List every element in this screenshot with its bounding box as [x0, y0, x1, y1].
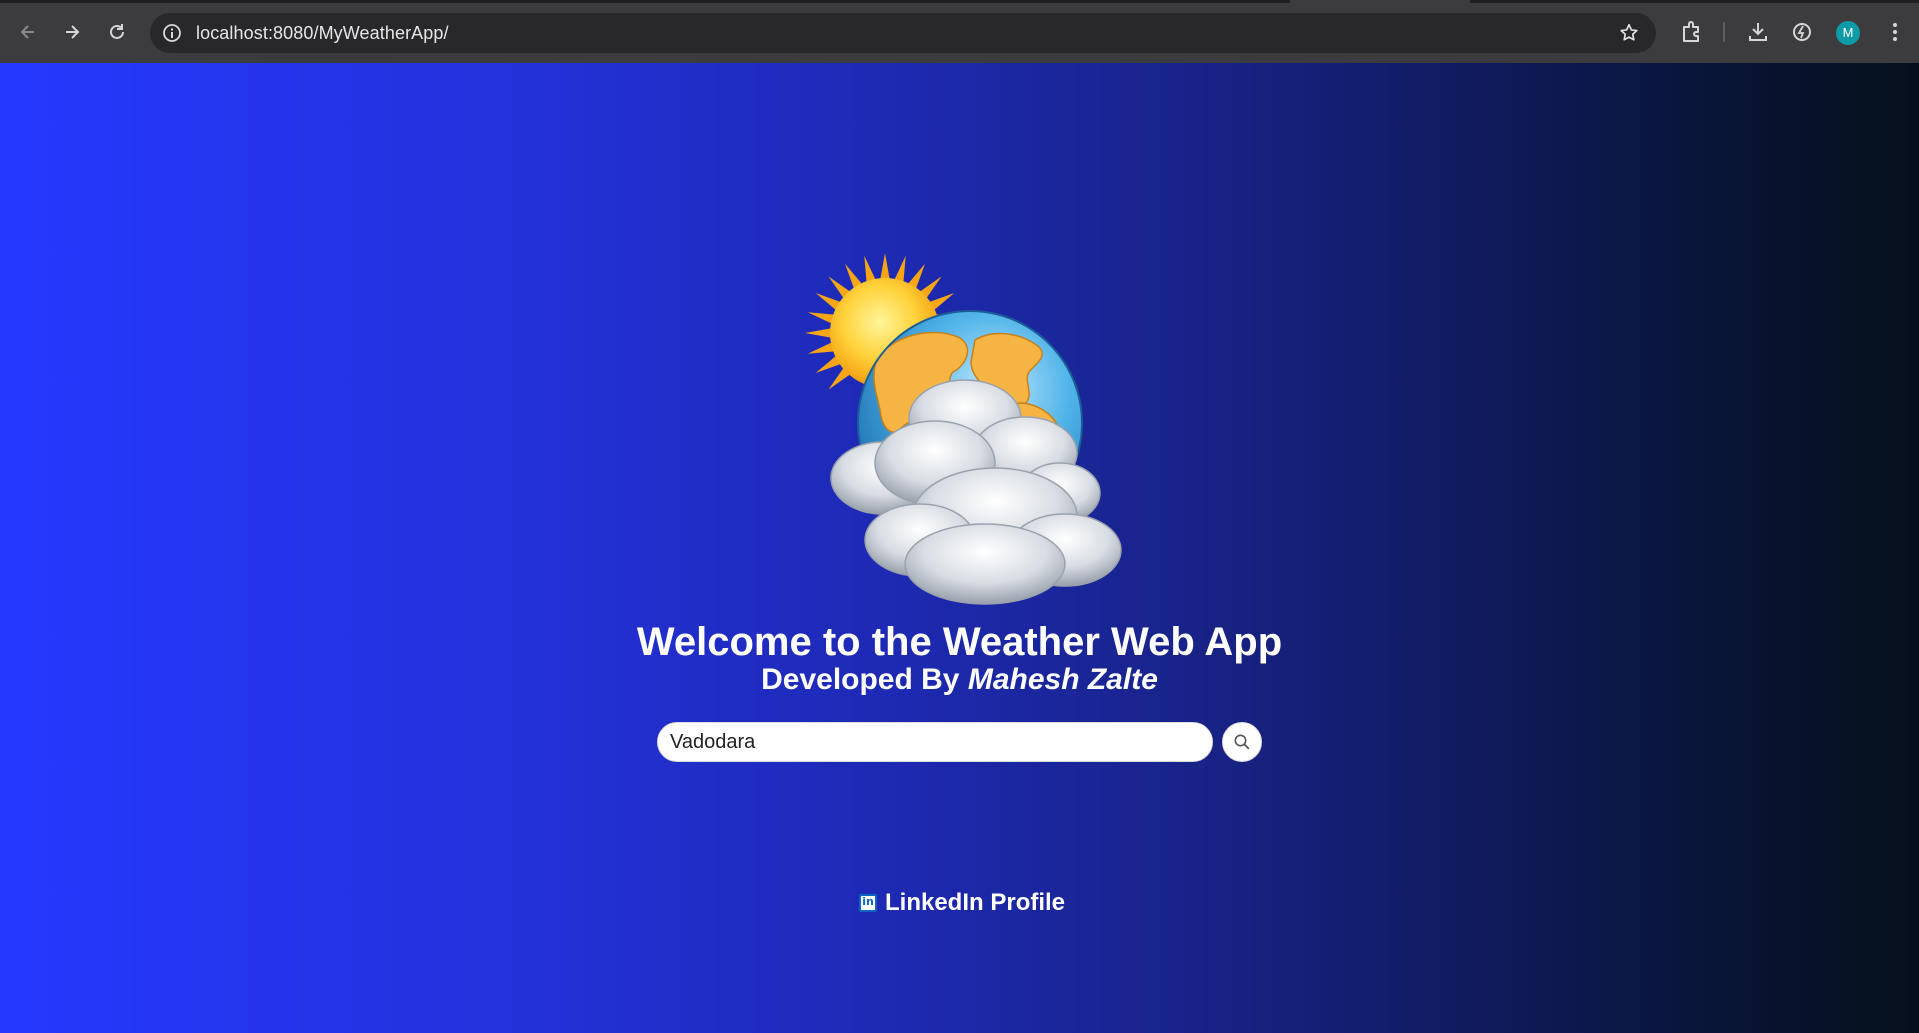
tab-strip-edge: [0, 0, 1290, 3]
bookmark-star-icon[interactable]: [1618, 22, 1640, 44]
address-bar[interactable]: localhost:8080/MyWeatherApp/: [150, 13, 1656, 53]
subtitle-prefix: Developed By: [761, 663, 968, 696]
weather-globe-logo: [805, 253, 1122, 605]
weather-app-page: Welcome to the Weather Web App Developed…: [0, 63, 1919, 1033]
search-button[interactable]: [1222, 722, 1262, 762]
forward-button[interactable]: [57, 17, 87, 47]
linkedin-profile-link[interactable]: in LinkedIn Profile: [859, 888, 1065, 918]
search-icon: [1234, 734, 1250, 750]
back-button[interactable]: [13, 17, 43, 47]
page-title: Welcome to the Weather Web App: [636, 620, 1283, 664]
page-subtitle: Developed By Mahesh Zalte: [0, 663, 1919, 697]
author-name: Mahesh Zalte: [967, 663, 1158, 696]
toolbar-divider: [1723, 22, 1725, 42]
reload-button[interactable]: [102, 17, 132, 47]
url-text[interactable]: localhost:8080/MyWeatherApp/: [196, 13, 449, 53]
city-search-input[interactable]: [657, 722, 1213, 762]
profile-avatar[interactable]: M: [1836, 21, 1860, 45]
extensions-icon[interactable]: [1679, 19, 1705, 45]
download-icon[interactable]: [1745, 19, 1771, 45]
performance-icon[interactable]: [1789, 19, 1815, 45]
linkedin-icon: in: [859, 894, 877, 912]
reload-icon: [110, 24, 124, 39]
menu-icon[interactable]: [1882, 19, 1908, 45]
site-info-icon[interactable]: [162, 23, 182, 43]
forward-icon: [66, 25, 80, 39]
linkedin-label: LinkedIn Profile: [885, 889, 1066, 916]
browser-toolbar: localhost:8080/MyWeatherApp/ M: [0, 0, 1919, 63]
tab-strip-edge: [1470, 0, 1919, 3]
back-icon: [20, 25, 34, 39]
